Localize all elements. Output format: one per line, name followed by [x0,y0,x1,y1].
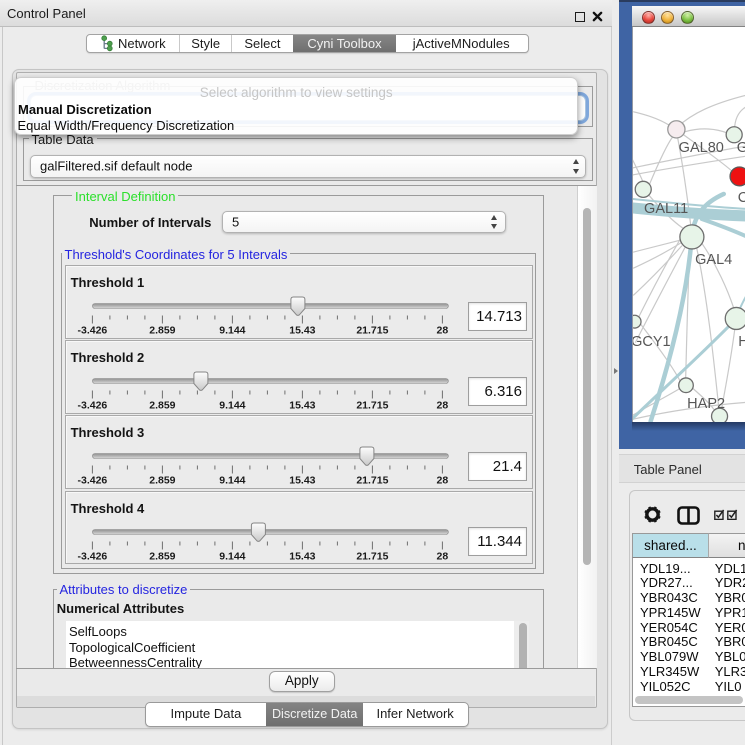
svg-text:2.859: 2.859 [149,400,175,412]
svg-text:28: 28 [436,550,448,562]
svg-text:28: 28 [436,400,448,412]
svg-text:GAL11: GAL11 [644,201,688,217]
svg-text:-3.426: -3.426 [77,475,107,487]
svg-text:9.144: 9.144 [219,550,245,562]
svg-text:-3.426: -3.426 [77,325,107,337]
svg-text:9.144: 9.144 [219,475,245,487]
svg-text:GAL80: GAL80 [678,140,723,156]
svg-text:2.859: 2.859 [149,475,175,487]
svg-text:28: 28 [436,475,448,487]
svg-text:-3.426: -3.426 [77,400,107,412]
svg-text:GAL4: GAL4 [695,252,732,268]
svg-text:CA: CA [737,190,745,206]
svg-text:15.43: 15.43 [289,325,315,337]
svg-text:21.715: 21.715 [356,325,388,337]
svg-text:GCY1: GCY1 [633,334,671,350]
svg-text:2.859: 2.859 [149,325,175,337]
svg-text:28: 28 [436,325,448,337]
svg-text:-3.426: -3.426 [77,550,107,562]
svg-text:21.715: 21.715 [356,550,388,562]
svg-text:9.144: 9.144 [219,325,245,337]
svg-text:HAP2: HAP2 [687,396,725,412]
svg-text:21.715: 21.715 [356,400,388,412]
svg-text:15.43: 15.43 [289,475,315,487]
svg-text:15.43: 15.43 [289,550,315,562]
svg-text:9.144: 9.144 [219,400,245,412]
svg-text:GA: GA [736,140,745,156]
svg-text:HIS: HIS [738,334,745,350]
svg-text:15.43: 15.43 [289,400,315,412]
svg-text:2.859: 2.859 [149,550,175,562]
svg-text:21.715: 21.715 [356,475,388,487]
